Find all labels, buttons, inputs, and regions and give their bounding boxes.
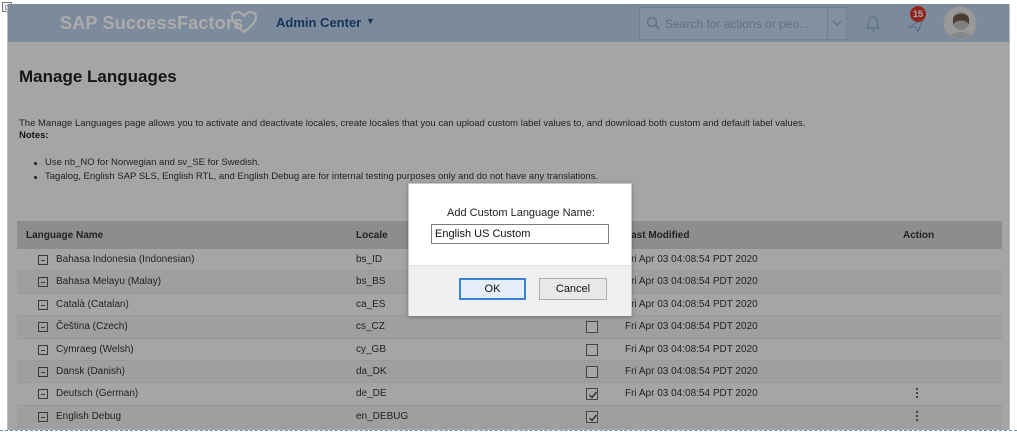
frame-bottom-border: [0, 430, 1017, 431]
ok-button[interactable]: OK: [459, 278, 526, 300]
cancel-button[interactable]: Cancel: [539, 278, 607, 300]
dialog-label: Add Custom Language Name:: [447, 207, 595, 219]
add-custom-language-dialog: Add Custom Language Name: OK Cancel: [408, 183, 632, 316]
custom-language-name-input[interactable]: [431, 224, 609, 244]
dialog-footer: OK Cancel: [409, 265, 631, 316]
app-window: SAP SuccessFactors Admin Center ▼ Search…: [7, 4, 1010, 430]
browser-frame: SAP SuccessFactors Admin Center ▼ Search…: [0, 0, 1017, 434]
